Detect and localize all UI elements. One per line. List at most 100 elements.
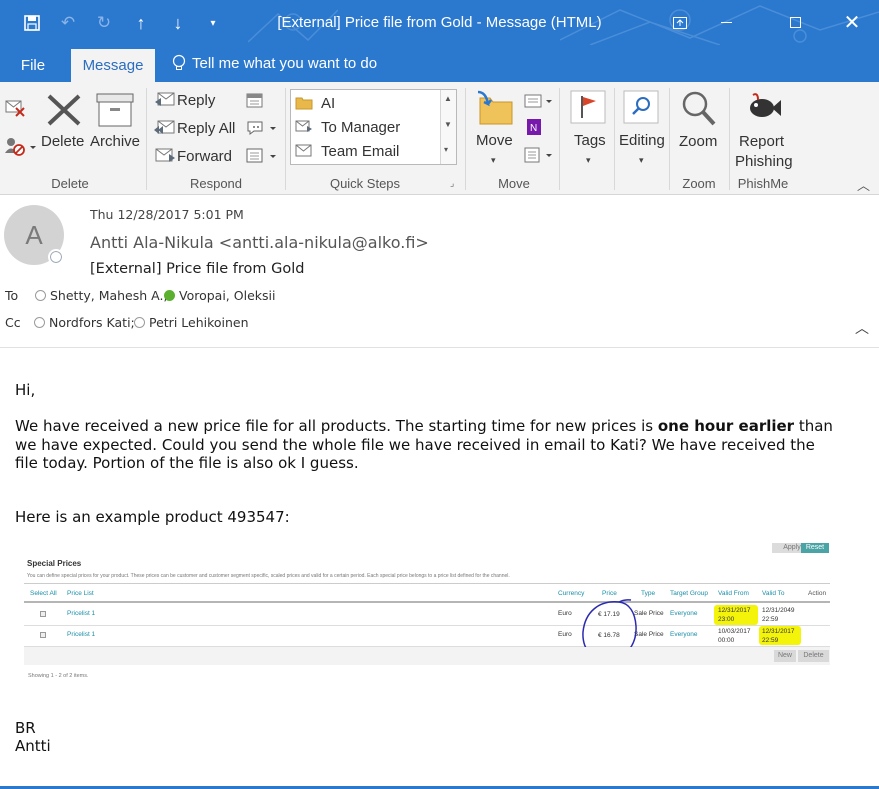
ribbon: Delete Archive Delete Reply Reply All Fo…: [0, 82, 879, 195]
signature-br: BR: [15, 719, 36, 737]
actions-icon[interactable]: [524, 146, 556, 169]
tags-dropdown-icon[interactable]: ▾: [586, 155, 591, 166]
showing-count: Showing 1 - 2 of 2 items.: [28, 673, 89, 679]
delete-icon[interactable]: [46, 92, 82, 133]
move-dropdown-icon[interactable]: ▾: [491, 155, 496, 166]
group-separator: [465, 88, 466, 190]
row-divider: [24, 625, 830, 626]
embedded-screenshot: Apply Reset Special Prices You can defin…: [24, 543, 841, 699]
svg-text:N: N: [530, 123, 537, 134]
tab-message[interactable]: Message: [71, 49, 155, 82]
row2-to-time: 22:59: [762, 637, 779, 644]
quick-steps-gallery: AI To Manager Team Email ▲ ▼ ▾: [290, 89, 457, 165]
reply-icon: [154, 91, 176, 114]
maximize-button[interactable]: [772, 0, 818, 45]
forward-mail-icon: [295, 120, 312, 132]
row1-to-time: 22:59: [762, 616, 779, 623]
close-button[interactable]: ✕: [829, 0, 875, 45]
delete-group-label: Delete: [51, 176, 89, 191]
recipient-name: Nordfors Kati;: [49, 315, 135, 330]
title-bar: ↶ ↻ ↑ ↓ ▾ [External] Price file from Gol…: [0, 0, 879, 45]
col-valid-from: Valid From: [718, 590, 749, 597]
row1-from-date: 12/31/2017: [718, 607, 751, 614]
more-respond-icon[interactable]: [246, 147, 280, 170]
row1-target: Everyone: [670, 610, 698, 617]
junk-icon[interactable]: [4, 136, 38, 161]
row1-to-date: 12/31/2049: [762, 607, 795, 614]
cc-label: Cc: [5, 315, 21, 330]
im-reply-icon[interactable]: [246, 119, 280, 142]
reply-button[interactable]: Reply: [177, 92, 215, 109]
more-icon[interactable]: ▾: [444, 145, 448, 154]
presence-icon: [134, 317, 145, 328]
scroll-down-icon[interactable]: ▼: [444, 120, 452, 129]
embedded-divider: [24, 583, 830, 584]
rules-icon[interactable]: [524, 92, 556, 115]
quick-step-label: To Manager: [321, 118, 401, 136]
collapse-header-icon[interactable]: ︿: [855, 318, 869, 338]
col-valid-to: Valid To: [762, 590, 785, 597]
quick-step-team-email[interactable]: Team Email: [295, 140, 399, 162]
recipient[interactable]: Nordfors Kati;: [34, 315, 135, 330]
recipient[interactable]: Voropai, Oleksii: [164, 288, 275, 303]
lightbulb-icon: [172, 54, 186, 70]
meeting-reply-icon[interactable]: [246, 92, 268, 115]
body-text: file today. Portion of the file is also …: [15, 454, 359, 472]
minimize-button[interactable]: [703, 0, 749, 45]
quick-step-to-manager[interactable]: To Manager: [295, 116, 400, 138]
tags-button[interactable]: Tags: [574, 132, 606, 149]
move-group-label: Move: [498, 176, 530, 191]
scroll-up-icon[interactable]: ▲: [444, 94, 452, 103]
quick-step-ai[interactable]: AI: [295, 92, 335, 114]
find-icon[interactable]: [623, 90, 661, 131]
tell-me-box[interactable]: Tell me what you want to do: [172, 54, 377, 72]
flag-icon[interactable]: [570, 90, 608, 131]
row2-from-date: 10/03/2017: [718, 628, 751, 635]
new-button: New: [774, 650, 796, 662]
collapse-ribbon-icon[interactable]: ︿: [857, 175, 870, 194]
report-phishing-line1[interactable]: Report: [739, 133, 784, 150]
row2-currency: Euro: [558, 631, 572, 638]
tab-file[interactable]: File: [8, 49, 58, 82]
editing-dropdown-icon[interactable]: ▾: [639, 155, 644, 166]
onenote-icon[interactable]: N: [524, 118, 544, 141]
delete-button[interactable]: Delete: [41, 133, 84, 150]
reply-all-button[interactable]: Reply All: [177, 120, 235, 137]
row1-price-list: Pricelist 1: [67, 610, 96, 617]
zoom-button[interactable]: Zoom: [679, 133, 717, 150]
tell-me-text: Tell me what you want to do: [192, 54, 378, 72]
row-checkbox: [40, 632, 46, 638]
editing-button[interactable]: Editing: [619, 132, 665, 149]
embedded-heading: Special Prices: [27, 559, 82, 568]
presence-icon: [35, 290, 46, 301]
row2-price-list: Pricelist 1: [67, 631, 96, 638]
ignore-icon[interactable]: [4, 98, 26, 123]
forward-button[interactable]: Forward: [177, 148, 232, 165]
group-separator: [146, 88, 147, 190]
ribbon-display-icon[interactable]: [657, 0, 703, 45]
presence-available-icon: [164, 290, 175, 301]
message-from[interactable]: Antti Ala-Nikula <antti.ala-nikula@alko.…: [90, 233, 429, 252]
phish-fish-icon[interactable]: [744, 92, 782, 127]
col-price: Price: [602, 590, 617, 597]
move-button[interactable]: Move: [476, 132, 513, 149]
presence-indicator: [48, 249, 64, 265]
message-date: Thu 12/28/2017 5:01 PM: [90, 207, 244, 222]
dialog-launcher-icon[interactable]: ⌟: [450, 178, 454, 189]
row-checkbox: [40, 611, 46, 617]
zoom-icon[interactable]: [680, 90, 718, 133]
group-separator: [285, 88, 286, 190]
recipient[interactable]: Shetty, Mahesh A.;: [35, 288, 168, 303]
archive-icon[interactable]: [96, 93, 134, 132]
body-text: than: [794, 417, 833, 435]
col-target-group: Target Group: [670, 590, 708, 597]
report-phishing-line2[interactable]: Phishing: [735, 153, 793, 170]
delete-row-button: Delete: [798, 650, 829, 662]
archive-button[interactable]: Archive: [90, 133, 140, 150]
body-paragraph-2: Here is an example product 493547:: [15, 508, 290, 526]
col-type: Type: [641, 590, 656, 597]
recipient[interactable]: Petri Lehikoinen: [134, 315, 249, 330]
group-separator: [559, 88, 560, 190]
move-folder-icon[interactable]: [476, 90, 516, 131]
quick-steps-scrollbar[interactable]: ▲ ▼ ▾: [440, 90, 456, 164]
